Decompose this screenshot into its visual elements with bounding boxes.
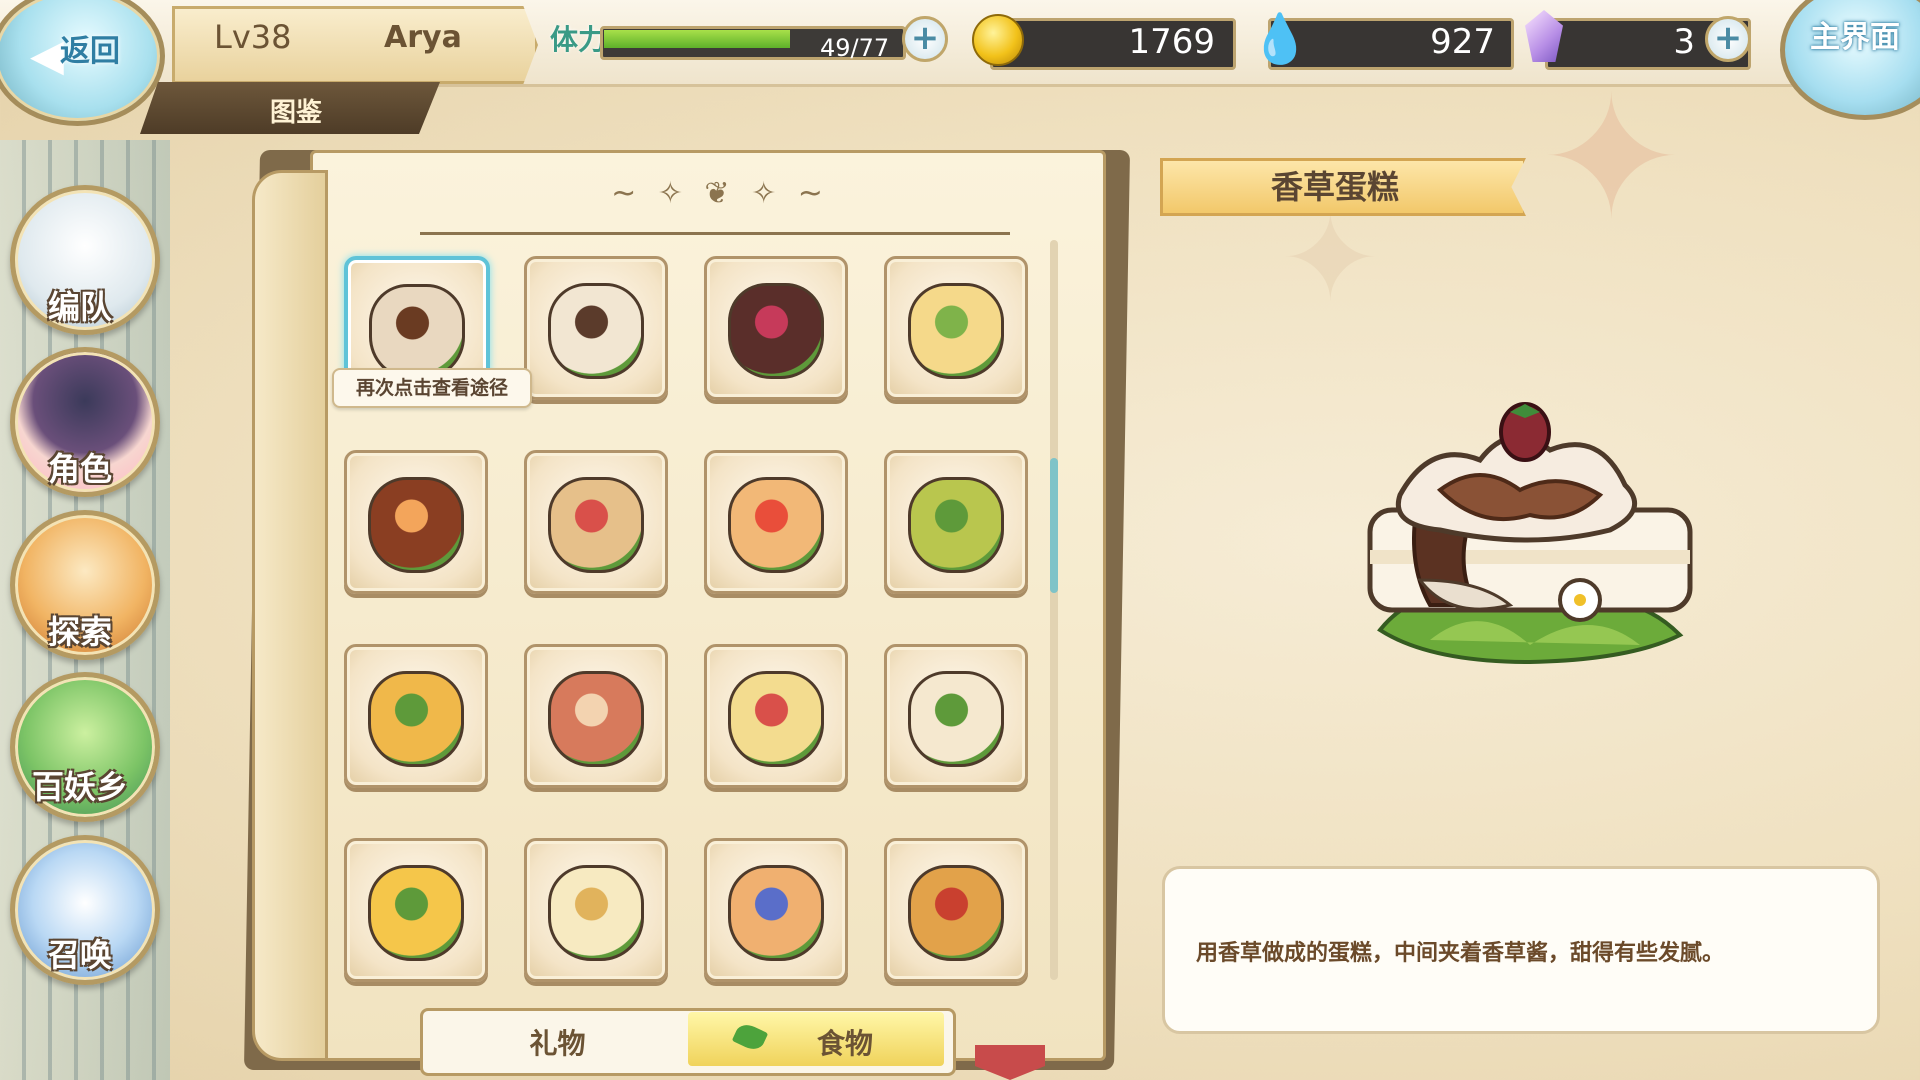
food-slot[interactable] [344, 450, 488, 594]
gold-coin-icon [972, 14, 1024, 66]
omelette-icon [728, 671, 824, 767]
food-slot[interactable] [524, 256, 668, 400]
food-slot[interactable] [884, 256, 1028, 400]
nav-team-label[interactable]: 编队 [10, 282, 150, 328]
sandwich-icon [548, 477, 644, 573]
page-title: 图鉴 [270, 98, 323, 128]
bacon-roll-icon [548, 671, 644, 767]
vanilla-cake-illustration [1367, 402, 1693, 665]
leaf-dumplings-icon [368, 671, 464, 767]
cheese-pie-icon [548, 865, 644, 961]
soul-value: 927 [1430, 22, 1495, 62]
food-slot[interactable] [344, 644, 488, 788]
tab-food-label[interactable]: 食物 [790, 1022, 900, 1062]
item-name: 香草蛋糕 [1270, 168, 1399, 206]
stamina-value: 49/77 [820, 34, 890, 62]
star-decoration-icon: ✦ [1540, 60, 1683, 258]
berry-chocolate-cake-icon [728, 283, 824, 379]
halloween-cake-icon [368, 477, 464, 573]
lemon-roll-cake-icon [908, 283, 1004, 379]
book-spine [252, 170, 328, 1061]
vanilla-cake-icon [369, 284, 465, 380]
flower-cake-icon [548, 283, 644, 379]
header-ornament: ~ ✧ ❦ ✧ ~ [611, 176, 829, 211]
leaf-wrapped-rice-icon [908, 477, 1004, 573]
nav-explore-label[interactable]: 探索 [10, 607, 150, 653]
food-slot[interactable] [884, 838, 1028, 982]
food-slot[interactable] [344, 838, 488, 982]
tab-gift-label[interactable]: 礼物 [430, 1022, 685, 1062]
food-slot[interactable] [524, 838, 668, 982]
stamina-bar-fill [604, 30, 790, 48]
add-stamina-button[interactable]: + [902, 16, 948, 62]
player-name: Arya [384, 20, 462, 55]
food-slot[interactable] [884, 450, 1028, 594]
meat-bowl-icon [908, 865, 1004, 961]
back-arrow-icon: ◀ [30, 30, 64, 81]
food-slot[interactable] [524, 450, 668, 594]
scrollbar-track[interactable] [1050, 240, 1058, 980]
food-slot[interactable] [704, 256, 848, 400]
fruit-pie-icon [728, 865, 824, 961]
steamed-buns-on-leaf-icon [908, 671, 1004, 767]
food-slot[interactable] [524, 644, 668, 788]
food-slot[interactable] [704, 450, 848, 594]
bookmark-ribbon [975, 1045, 1045, 1080]
tooltip: 再次点击查看途径 [332, 368, 532, 408]
nav-summon-label[interactable]: 召唤 [10, 930, 150, 976]
food-slot[interactable] [884, 644, 1028, 788]
corn-rice-on-leaf-icon [368, 865, 464, 961]
nav-character-label[interactable]: 角色 [10, 444, 150, 490]
stamina-label: 体力 [550, 23, 607, 56]
add-gem-button[interactable]: + [1705, 16, 1751, 62]
gold-value: 1769 [1128, 22, 1215, 62]
gem-value: 3 [1673, 22, 1695, 62]
hot-dog-icon [728, 477, 824, 573]
item-description: 用香草做成的蛋糕，中间夹着香草酱，甜得有些发腻。 [1196, 941, 1725, 966]
blue-flame-icon: 💧 [1250, 11, 1310, 67]
nav-village-label[interactable]: 百妖乡 [10, 762, 150, 808]
food-slot[interactable] [704, 838, 848, 982]
food-slot[interactable] [704, 644, 848, 788]
player-level: Lv38 [214, 18, 292, 56]
scrollbar-thumb[interactable] [1050, 458, 1058, 593]
home-label[interactable]: 主界面 [1810, 12, 1900, 56]
back-label[interactable]: 返回 [60, 26, 120, 70]
